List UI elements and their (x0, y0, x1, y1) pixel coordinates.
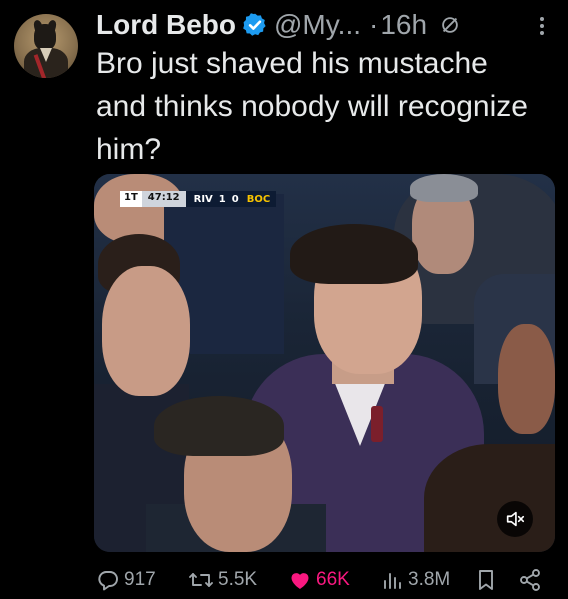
action-bar: 917 5.5K 66K 3.8M (94, 566, 554, 596)
views-chart-icon (384, 573, 401, 589)
background-face (498, 324, 555, 434)
author-avatar[interactable] (14, 14, 78, 78)
repost-icon (189, 573, 213, 587)
author-name[interactable]: Lord Bebo (96, 9, 236, 41)
share-icon (520, 569, 540, 591)
like-count: 66K (316, 569, 350, 590)
tweet-timestamp[interactable]: 16h (380, 9, 427, 41)
like-button[interactable]: 66K (288, 568, 350, 592)
background-hair (410, 174, 478, 202)
spectator-face (102, 266, 190, 396)
scorebug-period: 1T (120, 191, 142, 207)
scorebug-clock: 47:12 (141, 191, 186, 207)
scorebug: 1T 47:12 RIV 1 0 BOC (120, 191, 277, 207)
scorebug-home-score: 1 (218, 194, 226, 205)
central-figure-hair (290, 224, 418, 284)
bookmark-icon (479, 570, 493, 590)
share-button[interactable] (518, 568, 542, 592)
scorebug-home-team: RIV (193, 194, 213, 205)
reply-count: 917 (124, 569, 156, 590)
views-button[interactable]: 3.8M (382, 568, 450, 592)
repost-button[interactable]: 5.5K (188, 568, 257, 592)
scorebug-away-score: 0 (231, 194, 239, 205)
central-figure-tie (371, 406, 383, 442)
scorebug-teams: RIV 1 0 BOC (185, 191, 277, 207)
tweet-text: Bro just shaved his mustache and thinks … (96, 47, 528, 166)
reply-icon (98, 571, 118, 591)
author-handle[interactable]: @My... (274, 9, 361, 41)
scorebug-away-team: BOC (246, 194, 271, 205)
repost-count: 5.5K (218, 569, 258, 590)
muted-speaker-icon (506, 511, 525, 527)
verified-badge-icon (243, 13, 266, 36)
header-separator: · (369, 9, 379, 40)
reply-button[interactable]: 917 (96, 568, 156, 592)
foreground-blur (424, 444, 555, 552)
video-player[interactable]: 1T 47:12 RIV 1 0 BOC (94, 174, 555, 552)
views-count: 3.8M (408, 569, 451, 590)
heart-icon (291, 573, 309, 589)
foreground-hair (154, 396, 284, 456)
avatar-head (34, 24, 56, 50)
hidden-circle-icon (442, 17, 458, 33)
bookmark-button[interactable] (476, 568, 496, 592)
more-options-icon[interactable] (532, 14, 552, 38)
tweet-header: Lord Bebo @My... · 16h (96, 8, 461, 42)
mute-button[interactable] (497, 501, 533, 537)
